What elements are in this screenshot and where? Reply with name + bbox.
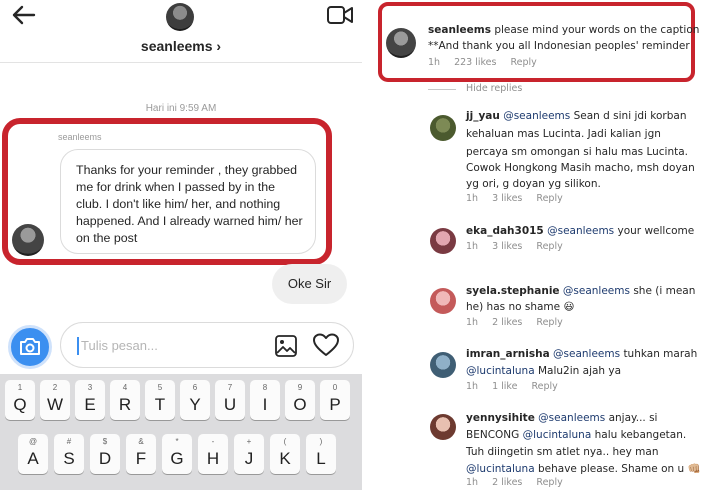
smile-emoji-icon: 😃 <box>563 301 575 313</box>
mention-link[interactable]: @lucintaluna <box>466 365 535 377</box>
comment-text: @lucintaluna Malu2in ajah ya <box>466 365 622 377</box>
key-j[interactable]: + J <box>234 434 264 474</box>
divider <box>0 62 362 63</box>
comment-text: imran_arnisha @seanleems tuhkan marah <box>466 348 698 360</box>
back-arrow-icon[interactable] <box>10 4 36 26</box>
comment-text: seanleems please mind your words on the … <box>428 24 700 36</box>
keyboard: 1Q 2W 3E 4R 5T 6Y 7U 8I 9O 0P @ A # S $ D &… <box>0 374 362 490</box>
comment-text: kehaluan mas Lucinta. Jadi kalian jgn <box>466 128 661 140</box>
mention-link[interactable]: @seanleems <box>538 412 605 424</box>
divider <box>428 89 456 90</box>
key-e[interactable]: 3E <box>75 380 105 420</box>
comment-username[interactable]: imran_arnisha <box>466 348 550 360</box>
mention-link[interactable]: @seanleems <box>563 285 630 297</box>
comment-meta: 1h 223 likes Reply <box>428 57 537 68</box>
avatar[interactable] <box>430 414 456 440</box>
key-o[interactable]: 9O <box>285 380 315 420</box>
comment-text: @lucintaluna behave please. Shame on u 👊… <box>466 463 701 475</box>
key-h[interactable]: -H <box>198 434 228 474</box>
comments-screen: seanleems please mind your words on the … <box>370 0 720 490</box>
message-timestamp: Hari ini 9:59 AM <box>145 103 217 114</box>
hide-replies-link[interactable]: Hide replies <box>466 83 522 94</box>
comment-meta: 1h 3 likes Reply <box>466 193 563 204</box>
text-cursor <box>77 337 79 355</box>
key-p[interactable]: 0P <box>320 380 350 420</box>
key-l[interactable]: ) L <box>306 434 336 474</box>
camera-icon <box>20 338 40 355</box>
dm-header: seanleems › <box>0 0 362 64</box>
received-message-bubble: Thanks for your reminder , they grabbed … <box>60 149 316 254</box>
avatar[interactable] <box>430 288 456 314</box>
comment-username[interactable]: syela.stephanie <box>466 285 560 297</box>
comment-text: syela.stephanie @seanleems she (i mean <box>466 285 696 297</box>
video-call-icon[interactable] <box>326 4 354 26</box>
key-i[interactable]: 8I <box>250 380 280 420</box>
comment-username[interactable]: jj_yau <box>466 110 500 122</box>
comment-text: BENCONG @lucintaluna halu kebangetan. <box>466 429 687 441</box>
comment-text: yennysihite @seanleems anjay... si <box>466 412 658 424</box>
comment-text: Cowok Hongkong Masih macho, msh doyan <box>466 162 695 174</box>
comment-username[interactable]: seanleems <box>428 24 491 36</box>
panel-divider <box>362 0 370 490</box>
heart-icon[interactable] <box>313 333 339 358</box>
comment-text: jj_yau @seanleems Sean d sini jdi korban <box>466 110 687 122</box>
comment-meta: 1h 2 likes Reply <box>466 317 563 328</box>
avatar[interactable] <box>430 352 456 378</box>
avatar[interactable] <box>386 28 416 58</box>
key-y[interactable]: 6Y <box>180 380 210 420</box>
key-d[interactable]: $ D <box>90 434 120 474</box>
mention-link[interactable]: @seanleems <box>547 225 614 237</box>
comment-username[interactable]: yennysihite <box>466 412 535 424</box>
camera-button[interactable] <box>8 325 52 369</box>
dm-screen: seanleems › Hari ini 9:59 AM seanleems T… <box>0 0 362 490</box>
key-g[interactable]: * G <box>162 434 192 474</box>
key-k[interactable]: (K <box>270 434 300 474</box>
gallery-icon[interactable] <box>274 334 298 358</box>
key-r[interactable]: 4R <box>110 380 140 420</box>
comment-meta: 1h 2 likes Reply <box>466 477 563 488</box>
key-s[interactable]: # S <box>54 434 84 474</box>
key-u[interactable]: 7U <box>215 380 245 420</box>
comment-text: Tuh diingetin sm atlet nya.. hey man <box>466 446 659 458</box>
comment-text: percaya sm omongan si halu mas Lucinta. <box>466 146 689 158</box>
message-composer: Tulis pesan... <box>6 322 356 369</box>
comment-text: **And thank you all Indonesian peoples' … <box>428 40 690 52</box>
mention-link[interactable]: @lucintaluna <box>466 463 535 475</box>
comment-meta: 1h 3 likes Reply <box>466 241 563 252</box>
avatar[interactable] <box>430 228 456 254</box>
message-input-placeholder: Tulis pesan... <box>81 338 158 353</box>
chat-username[interactable]: seanleems › <box>0 38 362 54</box>
sender-name: seanleems <box>58 132 102 142</box>
fist-emoji-icon: 👊🏼 <box>687 463 701 475</box>
avatar[interactable] <box>166 3 194 31</box>
key-f[interactable]: & F <box>126 434 156 474</box>
comment-text: he) has no shame 😃 <box>466 301 575 313</box>
comment-username[interactable]: eka_dah3015 <box>466 225 544 237</box>
key-t[interactable]: 5T <box>145 380 175 420</box>
sender-avatar[interactable] <box>12 224 44 256</box>
key-a[interactable]: @ A <box>18 434 48 474</box>
comment-text: yg ori, g doyan yg silikon. <box>466 178 601 190</box>
key-w[interactable]: 2W <box>40 380 70 420</box>
sent-message-bubble: Oke Sir <box>272 264 347 304</box>
mention-link[interactable]: @lucintaluna <box>523 429 592 441</box>
key-q[interactable]: 1Q <box>5 380 35 420</box>
message-input[interactable]: Tulis pesan... <box>60 322 354 368</box>
mention-link[interactable]: @seanleems <box>553 348 620 360</box>
mention-link[interactable]: @seanleems <box>503 110 570 122</box>
avatar[interactable] <box>430 115 456 141</box>
comment-meta: 1h 1 like Reply <box>466 381 558 392</box>
comment-text: eka_dah3015 @seanleems your wellcome <box>466 225 695 237</box>
